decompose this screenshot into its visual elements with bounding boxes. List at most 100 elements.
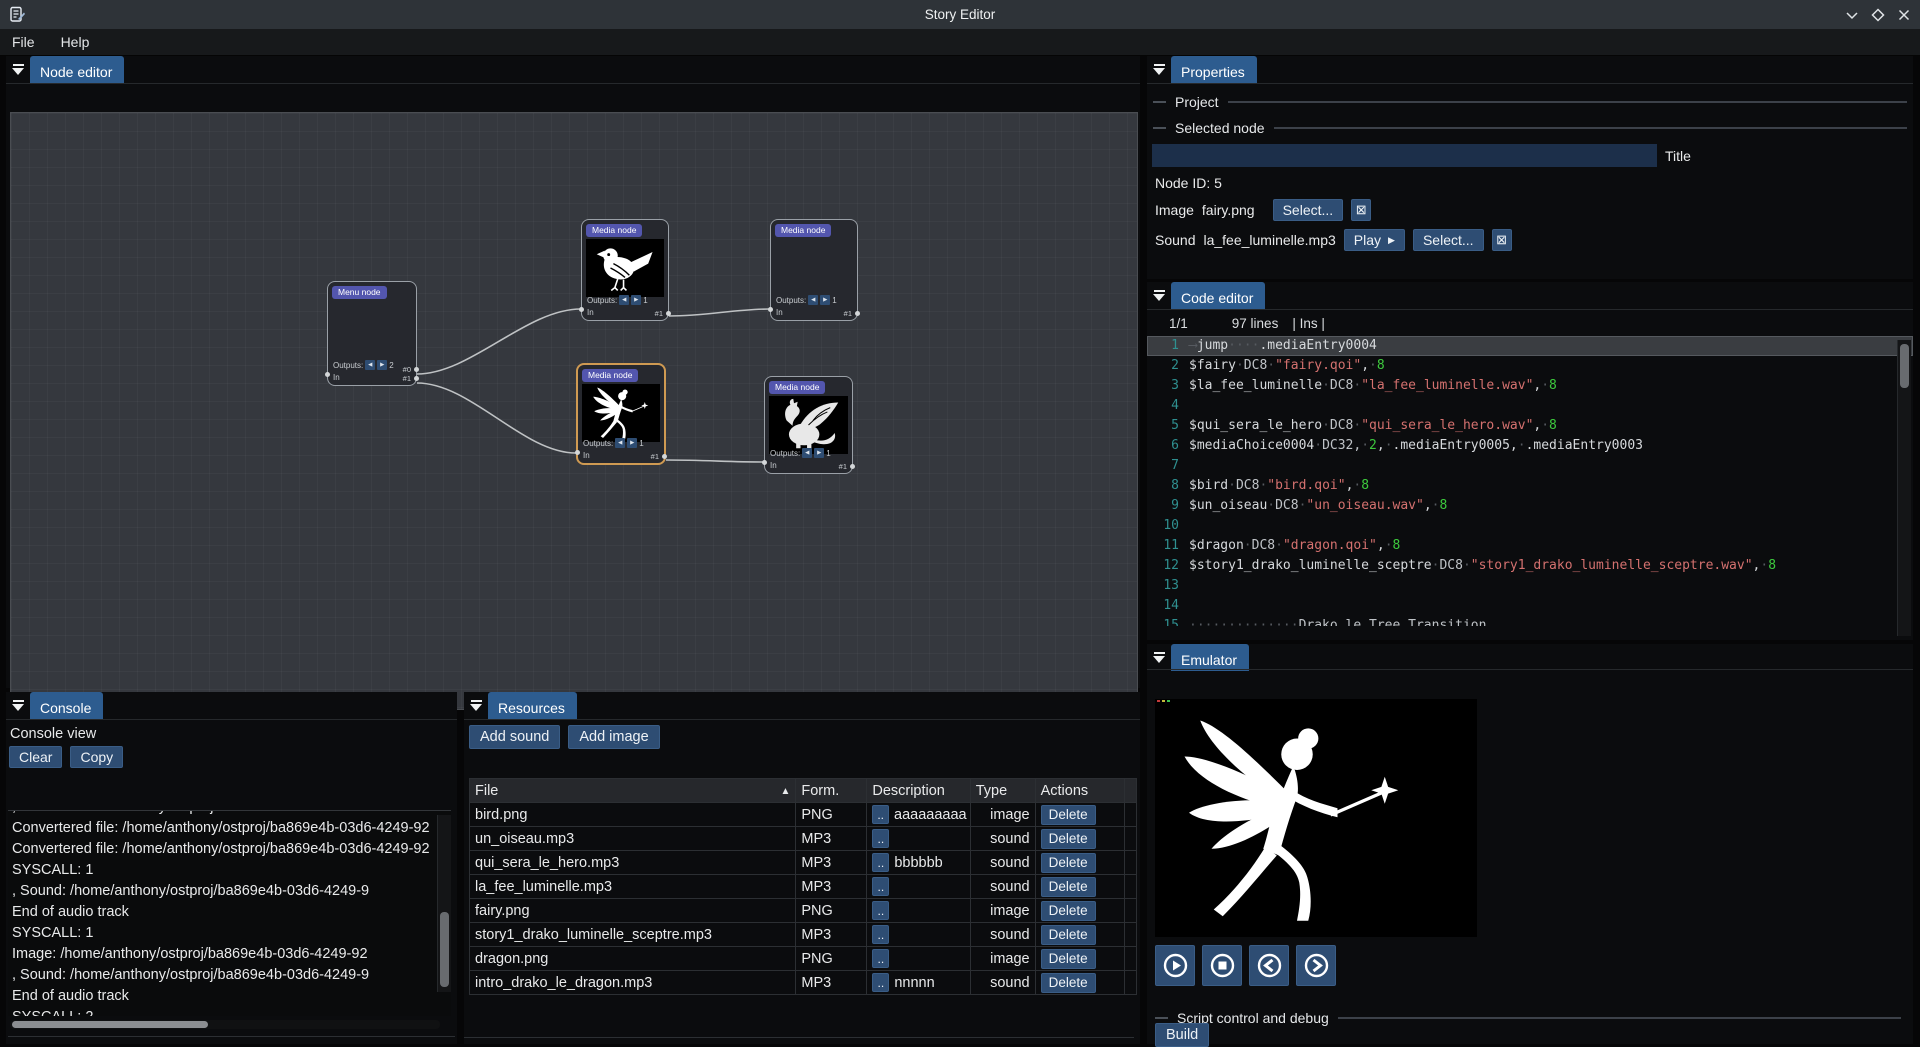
edit-description-button[interactable]: .. xyxy=(872,949,889,968)
collapse-icon[interactable] xyxy=(464,692,488,719)
input-port[interactable] xyxy=(762,460,767,465)
delete-button[interactable]: Delete xyxy=(1041,805,1096,825)
delete-button[interactable]: Delete xyxy=(1041,949,1096,969)
tab-resources[interactable]: Resources xyxy=(488,692,577,719)
edit-description-button[interactable]: .. xyxy=(872,829,889,848)
increase-outputs-button[interactable]: ▶ xyxy=(820,295,830,305)
decrease-outputs-button[interactable]: ◀ xyxy=(365,360,375,370)
menu-file[interactable]: File xyxy=(12,34,35,50)
edit-description-button[interactable]: .. xyxy=(872,877,889,896)
code-line[interactable]: 10 xyxy=(1147,516,1913,536)
image-select-button[interactable]: Select... xyxy=(1273,199,1344,221)
add-image-button[interactable]: Add image xyxy=(568,725,659,749)
delete-button[interactable]: Delete xyxy=(1041,973,1096,993)
increase-outputs-button[interactable]: ▶ xyxy=(627,438,637,448)
maximize-icon[interactable] xyxy=(1869,6,1886,23)
column-header-description[interactable]: Description xyxy=(867,779,970,803)
increase-outputs-button[interactable]: ▶ xyxy=(631,295,641,305)
collapse-icon[interactable] xyxy=(6,692,30,719)
table-row[interactable]: bird.pngPNG..aaaaaaaaaimageDelete xyxy=(470,803,1137,827)
table-row[interactable]: qui_sera_le_hero.mp3MP3..bbbbbbsoundDele… xyxy=(470,851,1137,875)
collapse-icon[interactable] xyxy=(1147,644,1171,671)
graph-node[interactable]: Media nodeOutputs:◀▶ 1In#1 xyxy=(764,376,853,474)
code-line[interactable]: 13 xyxy=(1147,576,1913,596)
code-line[interactable]: 5$qui_sera_le_hero·DC8·"qui_sera_le_hero… xyxy=(1147,416,1913,436)
code-line[interactable]: 6$mediaChoice0004·DC32,·2,·.mediaEntry00… xyxy=(1147,436,1913,456)
code-line[interactable]: 8$bird·DC8·"bird.qoi",·8 xyxy=(1147,476,1913,496)
table-row[interactable]: dragon.pngPNG..imageDelete xyxy=(470,947,1137,971)
code-line[interactable]: 9$un_oiseau·DC8·"un_oiseau.wav",·8 xyxy=(1147,496,1913,516)
tab-properties[interactable]: Properties xyxy=(1171,56,1257,83)
sound-clear-button[interactable]: ⊠ xyxy=(1492,229,1512,251)
column-header-form[interactable]: Form. xyxy=(796,779,867,803)
table-row[interactable]: la_fee_luminelle.mp3MP3..soundDelete xyxy=(470,875,1137,899)
decrease-outputs-button[interactable]: ◀ xyxy=(619,295,629,305)
minimize-icon[interactable] xyxy=(1843,6,1860,23)
add-sound-button[interactable]: Add sound xyxy=(469,725,560,749)
console-horizontal-scrollbar[interactable] xyxy=(10,1020,440,1029)
decrease-outputs-button[interactable]: ◀ xyxy=(808,295,818,305)
table-row[interactable]: un_oiseau.mp3MP3..soundDelete xyxy=(470,827,1137,851)
graph-node[interactable]: Menu nodeOutputs:◀▶ 2In#0#1 xyxy=(327,281,417,386)
scrollbar-thumb[interactable] xyxy=(1900,344,1909,388)
sound-play-button[interactable]: Play ▶ xyxy=(1344,229,1405,251)
code-line[interactable]: 3$la_fee_luminelle·DC8·"la_fee_luminelle… xyxy=(1147,376,1913,396)
tab-code-editor[interactable]: Code editor xyxy=(1171,282,1265,309)
code-line[interactable]: 2$fairy·DC8·"fairy.qoi",·8 xyxy=(1147,356,1913,376)
delete-button[interactable]: Delete xyxy=(1041,925,1096,945)
code-vertical-scrollbar[interactable] xyxy=(1897,340,1911,636)
clear-button[interactable]: Clear xyxy=(9,746,62,768)
column-header-actions[interactable]: Actions xyxy=(1035,779,1124,803)
output-port[interactable] xyxy=(666,311,671,316)
edit-description-button[interactable]: .. xyxy=(872,925,889,944)
edit-description-button[interactable]: .. xyxy=(872,853,889,872)
image-clear-button[interactable]: ⊠ xyxy=(1351,199,1371,221)
input-port[interactable] xyxy=(325,372,330,377)
output-port[interactable] xyxy=(414,367,419,372)
table-row[interactable]: fairy.pngPNG..imageDelete xyxy=(470,899,1137,923)
tab-console[interactable]: Console xyxy=(30,692,103,719)
increase-outputs-button[interactable]: ▶ xyxy=(814,448,824,458)
step-back-button[interactable] xyxy=(1249,945,1289,986)
increase-outputs-button[interactable]: ▶ xyxy=(377,360,387,370)
sound-select-button[interactable]: Select... xyxy=(1413,229,1484,251)
delete-button[interactable]: Delete xyxy=(1041,829,1096,849)
input-port[interactable] xyxy=(768,307,773,312)
graph-node[interactable]: Media nodeOutputs:◀▶ 1In#1 xyxy=(770,219,858,321)
tab-node-editor[interactable]: Node editor xyxy=(30,56,124,83)
menu-help[interactable]: Help xyxy=(61,34,90,50)
output-port[interactable] xyxy=(855,311,860,316)
code-line[interactable]: 1⟶jump····.mediaEntry0004 xyxy=(1147,336,1913,356)
code-line[interactable]: 7 xyxy=(1147,456,1913,476)
build-button[interactable]: Build xyxy=(1155,1023,1209,1047)
output-port[interactable] xyxy=(414,376,419,381)
delete-button[interactable]: Delete xyxy=(1041,877,1096,897)
close-icon[interactable] xyxy=(1895,6,1912,23)
collapse-icon[interactable] xyxy=(1147,56,1171,83)
output-port[interactable] xyxy=(850,464,855,469)
copy-button[interactable]: Copy xyxy=(70,746,123,768)
code-line[interactable]: 12$story1_drako_luminelle_sceptre·DC8·"s… xyxy=(1147,556,1913,576)
input-port[interactable] xyxy=(575,450,580,455)
console-log[interactable]: , Sound: /home/anthony/ostproj/ba869e4b-… xyxy=(8,810,451,1016)
code-line[interactable]: 11$dragon·DC8·"dragon.qoi",·8 xyxy=(1147,536,1913,556)
node-canvas[interactable]: Menu nodeOutputs:◀▶ 2In#0#1 Media nodeOut… xyxy=(10,112,1138,710)
delete-button[interactable]: Delete xyxy=(1041,853,1096,873)
edit-description-button[interactable]: .. xyxy=(872,901,889,920)
title-input[interactable] xyxy=(1152,144,1657,167)
delete-button[interactable]: Delete xyxy=(1041,901,1096,921)
graph-node[interactable]: Media nodeOutputs:◀▶ 1In#1 xyxy=(576,363,666,465)
step-forward-button[interactable] xyxy=(1296,945,1336,986)
column-header-type[interactable]: Type xyxy=(970,779,1035,803)
collapse-icon[interactable] xyxy=(6,56,30,83)
play-button[interactable] xyxy=(1155,945,1195,986)
stop-button[interactable] xyxy=(1202,945,1242,986)
decrease-outputs-button[interactable]: ◀ xyxy=(615,438,625,448)
console-vertical-scrollbar[interactable] xyxy=(437,815,451,992)
edit-description-button[interactable]: .. xyxy=(872,973,889,992)
edit-description-button[interactable]: .. xyxy=(872,805,889,824)
scrollbar-thumb[interactable] xyxy=(440,912,449,986)
output-port[interactable] xyxy=(662,454,667,459)
code-line[interactable]: 4 xyxy=(1147,396,1913,416)
tab-emulator[interactable]: Emulator xyxy=(1171,644,1249,671)
